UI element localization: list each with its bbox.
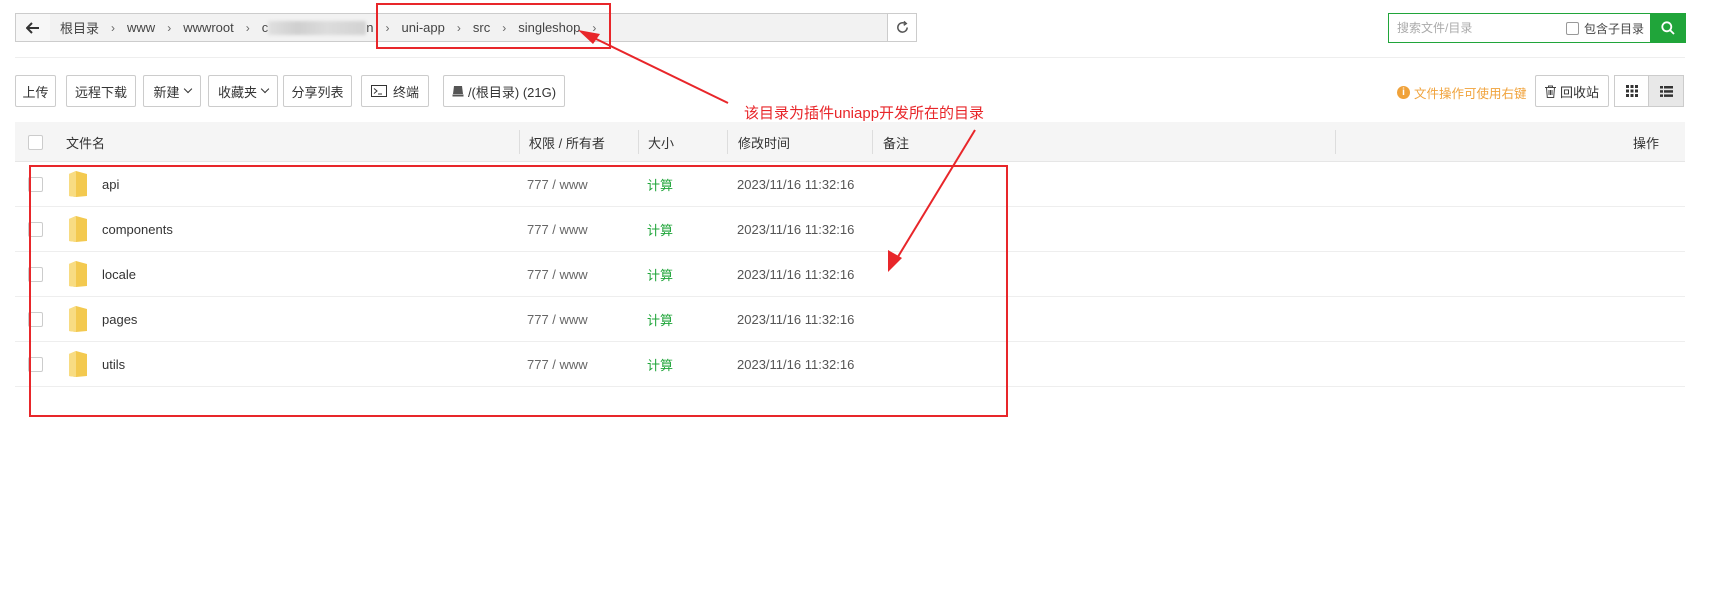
favorites-label: 收藏夹 [217,84,257,100]
list-view-button[interactable] [1648,75,1684,107]
disk-icon [452,86,464,97]
favorites-dropdown-button[interactable]: 收藏夹 [208,75,278,107]
column-header-perm[interactable]: 权限 / 所有者 [529,122,605,162]
terminal-icon [370,85,387,97]
new-label: 新建 [153,84,180,100]
recycle-bin-label: 回收站 [1559,84,1599,100]
share-list-button[interactable]: 分享列表 [283,75,352,107]
search-box: 包含子目录 [1388,13,1651,43]
disk-label: /(根目录) (21G) [467,84,557,100]
remote-download-button[interactable]: 远程下载 [66,75,136,107]
column-divider [1335,130,1336,154]
breadcrumb-item-www[interactable]: www [125,20,157,35]
redacted-region [268,21,367,36]
include-subdir-label: 包含子目录 [1583,21,1644,36]
breadcrumb-item-wwwroot[interactable]: wwwroot [181,20,236,35]
back-button[interactable] [15,13,51,42]
select-all-checkbox[interactable] [28,122,43,162]
include-subdir-checkbox[interactable]: 包含子目录 [1565,20,1644,37]
checkbox-box[interactable] [28,134,43,150]
context-menu-tip: i 文件操作可使用右键 [1397,83,1527,102]
refresh-button[interactable] [887,13,917,42]
refresh-icon [896,20,908,33]
search-icon [1661,21,1675,35]
annotation-box-files [29,165,1008,417]
checkbox-box[interactable] [1565,21,1579,35]
trash-icon [1544,85,1556,98]
file-table-header: 文件名 权限 / 所有者 大小 修改时间 备注 操作 [15,122,1685,162]
column-divider [638,130,639,154]
column-header-name[interactable]: 文件名 [66,122,105,162]
column-divider [519,130,520,154]
column-header-mtime[interactable]: 修改时间 [738,122,790,162]
terminal-label: 终端 [392,84,419,100]
chevron-right-icon: › [245,20,250,35]
column-header-note: 备注 [883,135,910,151]
search-input[interactable] [1389,15,1566,41]
column-divider [727,130,728,154]
annotation-box-path [376,3,611,49]
arrow-left-icon [26,21,39,34]
new-dropdown-button[interactable]: 新建 [143,75,201,107]
column-header-ops: 操作 [1633,135,1660,151]
tip-text: 文件操作可使用右键 [1414,87,1527,101]
chevron-right-icon: › [167,20,172,35]
divider [15,57,1685,58]
chevron-down-icon [183,84,192,94]
list-icon [1659,85,1673,97]
grid-icon [1625,85,1638,97]
upload-button[interactable]: 上传 [15,75,56,107]
column-divider [872,130,873,154]
breadcrumb-item-root[interactable]: 根目录 [58,18,101,37]
terminal-button[interactable]: 终端 [361,75,429,107]
recycle-bin-button[interactable]: 回收站 [1535,75,1609,107]
annotation-text: 该目录为插件uniapp开发所在的目录 [744,105,985,122]
disk-button[interactable]: /(根目录) (21G) [443,75,565,107]
chevron-right-icon: › [111,20,116,35]
grid-view-button[interactable] [1614,75,1649,107]
chevron-down-icon [260,84,270,94]
breadcrumb-item-site[interactable]: cn [260,20,376,36]
info-icon: i [1397,86,1410,99]
column-header-size[interactable]: 大小 [648,122,674,162]
search-button[interactable] [1650,13,1686,43]
